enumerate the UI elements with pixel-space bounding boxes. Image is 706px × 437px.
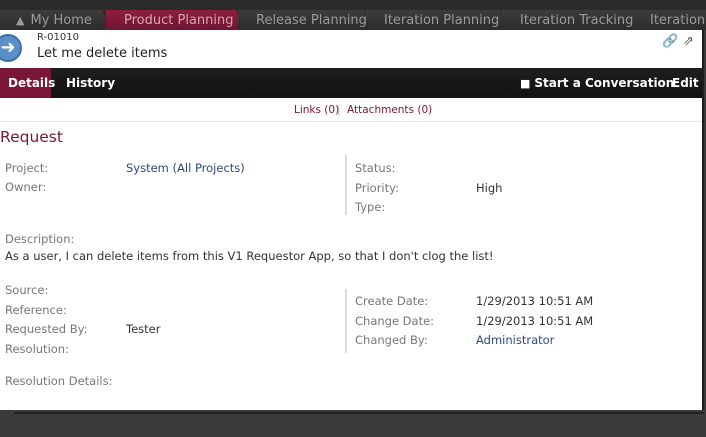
- tab-history[interactable]: History: [58, 68, 123, 98]
- status-label: Status:: [355, 161, 396, 175]
- bottom-frame: [0, 410, 706, 437]
- tab-release-planning[interactable]: Release Planning: [238, 10, 374, 30]
- home-icon: ▲: [16, 14, 25, 27]
- link-icon[interactable]: 🔗: [662, 34, 678, 49]
- tab-label: Release Planning: [256, 13, 367, 28]
- description-label: Description:: [5, 232, 75, 246]
- changed-by-value[interactable]: Administrator: [476, 333, 554, 347]
- title-bar: ➜ R-01010 Let me delete items 🔗 ⇗: [0, 30, 702, 68]
- request-id: R-01010: [37, 32, 79, 43]
- tab-iteration[interactable]: Iteration: [634, 10, 706, 30]
- links-link[interactable]: Links (0): [294, 98, 339, 122]
- start-conversation-button[interactable]: ■ Start a Conversation: [520, 68, 674, 98]
- owner-label: Owner:: [5, 180, 47, 194]
- tab-iteration-planning[interactable]: Iteration Planning: [366, 10, 510, 30]
- tab-product-planning[interactable]: Product Planning: [106, 10, 246, 30]
- tab-label: My Home: [30, 13, 92, 28]
- start-conversation-label: Start a Conversation: [534, 76, 675, 90]
- tab-label: Product Planning: [124, 13, 234, 28]
- source-label: Source:: [5, 283, 49, 297]
- description-value: As a user, I can delete items from this …: [5, 249, 494, 263]
- tab-iteration-tracking[interactable]: Iteration Tracking: [502, 10, 646, 30]
- attachments-link[interactable]: Attachments (0): [347, 98, 432, 122]
- reference-label: Reference:: [5, 303, 67, 317]
- priority-label: Priority:: [355, 181, 399, 195]
- project-value[interactable]: System (All Projects): [126, 161, 245, 175]
- resolution-label: Resolution:: [5, 342, 69, 356]
- request-detail-window: ➜ R-01010 Let me delete items 🔗 ⇗ Detail…: [0, 30, 704, 410]
- chat-bubbles-icon: ■: [520, 77, 531, 90]
- links-separator: |: [337, 104, 341, 116]
- detail-toolbar: Details History ■ Start a Conversation Ed…: [0, 68, 702, 98]
- requested-by-label: Requested By:: [5, 322, 88, 336]
- top-navigation: ▲ My Home Product Planning Release Planni…: [0, 0, 706, 30]
- tab-label: Iteration Tracking: [520, 13, 634, 28]
- create-date-label: Create Date:: [355, 294, 429, 308]
- edit-button[interactable]: Edit: [672, 68, 699, 98]
- changed-by-label: Changed By:: [355, 333, 428, 347]
- change-date-value: 1/29/2013 10:51 AM: [476, 314, 594, 328]
- type-label: Type:: [355, 200, 386, 214]
- tab-my-home[interactable]: ▲ My Home: [0, 10, 112, 30]
- links-bar: Links (0) | Attachments (0): [0, 98, 702, 122]
- request-title: Let me delete items: [37, 46, 168, 61]
- create-date-value: 1/29/2013 10:51 AM: [476, 294, 594, 308]
- popout-icon[interactable]: ⇗: [683, 34, 694, 49]
- resolution-details-label: Resolution Details:: [5, 374, 113, 388]
- tab-label: Iteration Planning: [384, 13, 500, 28]
- tab-label: Iteration: [650, 13, 706, 28]
- priority-value: High: [476, 181, 503, 195]
- tab-details[interactable]: Details: [0, 68, 55, 98]
- change-date-label: Change Date:: [355, 314, 435, 328]
- section-title: Request: [0, 128, 63, 146]
- project-label: Project:: [5, 161, 49, 175]
- request-arrow-icon: ➜: [0, 34, 22, 62]
- column-divider: [345, 289, 347, 353]
- column-divider: [345, 155, 347, 215]
- requested-by-value: Tester: [126, 322, 161, 336]
- bottom-divider: [14, 412, 704, 414]
